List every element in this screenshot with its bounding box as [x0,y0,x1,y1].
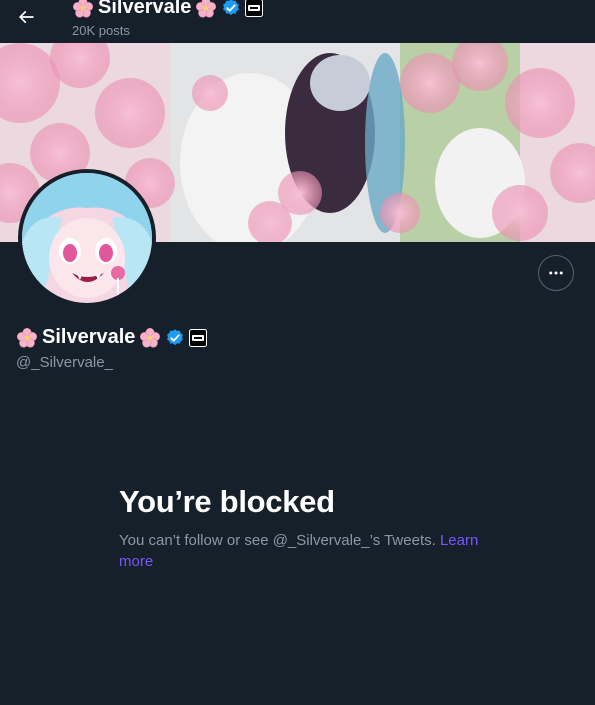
cherry-blossom-icon [196,0,217,18]
header-title: Silvervale [72,0,264,19]
arrow-left-icon [18,10,34,24]
profile-display-name: Silvervale [42,326,136,348]
more-horizontal-icon [549,271,563,275]
affiliate-badge-icon[interactable] [189,328,208,347]
cherry-blossom-icon [140,327,161,348]
blocked-message: You can’t follow or see @_Silvervale_’s … [119,530,499,572]
avatar-image [22,173,152,303]
verified-badge-icon[interactable] [165,328,185,348]
cherry-blossom-icon [17,327,37,348]
header-name: Silvervale [98,0,192,18]
blocked-message-text: You can’t follow or see @_Silvervale_’s … [119,532,436,549]
profile-handle: @_Silvervale_ [16,354,113,371]
more-options-button[interactable] [538,255,574,291]
cherry-blossom-icon [73,0,93,18]
back-button[interactable] [9,0,43,34]
blocked-heading: You’re blocked [119,484,335,519]
profile-name: Silvervale [16,326,208,349]
top-bar: Silvervale 20K posts [0,0,595,43]
verified-badge-icon[interactable] [221,0,241,18]
profile-avatar[interactable] [18,169,156,307]
affiliate-badge-icon[interactable] [245,0,264,17]
post-count: 20K posts [72,23,130,38]
blocked-notice: You’re blocked You can’t follow or see @… [119,484,499,572]
